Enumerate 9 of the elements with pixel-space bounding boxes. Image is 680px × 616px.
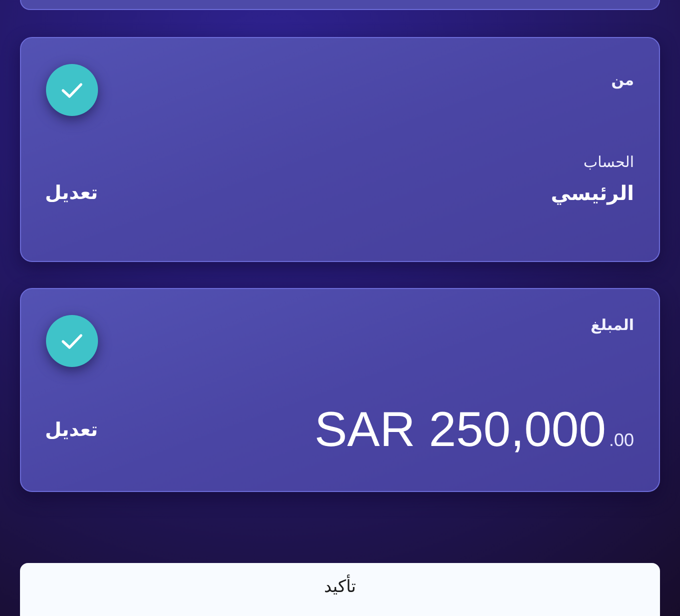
account-value: الرئيسي — [550, 180, 634, 205]
field-label: الحساب — [584, 152, 634, 171]
card-label: المبلغ — [590, 316, 634, 334]
card-label: من — [611, 70, 634, 89]
edit-link[interactable]: تعديل — [45, 182, 98, 204]
confirm-button[interactable]: تأكيد — [20, 563, 660, 616]
edit-link[interactable]: تعديل — [45, 419, 98, 442]
amount-decimals: .00 — [608, 430, 634, 451]
amount-value: SAR 250,000 — [314, 404, 606, 458]
